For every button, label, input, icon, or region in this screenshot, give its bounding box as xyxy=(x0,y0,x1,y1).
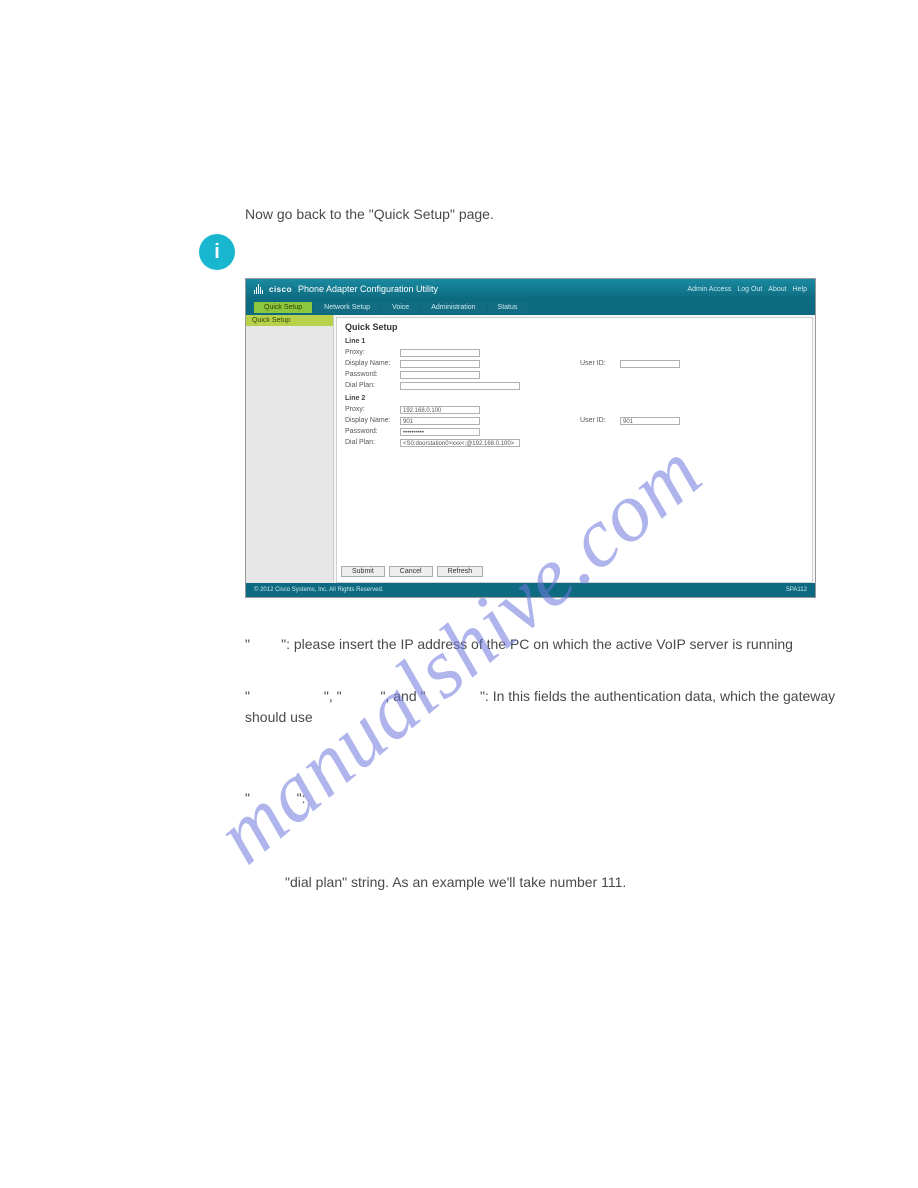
tab-status[interactable]: Status xyxy=(488,302,528,313)
paragraph-dialplan-example: "dial plan" string. As an example we'll … xyxy=(285,872,825,893)
page: Now go back to the "Quick Setup" page. i… xyxy=(0,0,918,1188)
section-line2: Line 2 xyxy=(345,395,804,402)
label-line1-dial-plan: Dial Plan: xyxy=(345,382,400,389)
footer-buttons: Submit Cancel Refresh xyxy=(341,566,483,577)
app-title: Phone Adapter Configuration Utility xyxy=(298,284,438,294)
label-line2-proxy: Proxy: xyxy=(345,406,400,413)
link-help[interactable]: Help xyxy=(793,286,807,293)
input-line2-proxy[interactable]: 192.168.0.100 xyxy=(400,406,480,414)
input-line2-user-id[interactable]: 901 xyxy=(620,417,680,425)
input-line1-proxy[interactable] xyxy=(400,349,480,357)
label-line2-display-name: Display Name: xyxy=(345,417,400,424)
paragraph-dialplan-label: " ": xyxy=(245,788,825,809)
tab-quick-setup[interactable]: Quick Setup xyxy=(254,302,312,313)
tab-network-setup[interactable]: Network Setup xyxy=(314,302,380,313)
input-line2-dial-plan[interactable]: <S0:doorstation0>xxx<:@192.168.0.100> xyxy=(400,439,520,447)
label-line1-proxy: Proxy: xyxy=(345,349,400,356)
app-header: cisco Phone Adapter Configuration Utilit… xyxy=(246,279,815,299)
sidebar-item-quick-setup[interactable]: Quick Setup xyxy=(246,315,333,326)
footer-bar: © 2012 Cisco Systems, Inc. All Rights Re… xyxy=(246,583,815,597)
header-links: Admin Access Log Out About Help xyxy=(687,286,807,293)
input-line2-display-name[interactable]: 901 xyxy=(400,417,480,425)
link-admin-access[interactable]: Admin Access xyxy=(687,286,731,293)
label-line2-dial-plan: Dial Plan: xyxy=(345,439,400,446)
model-text: SPA112 xyxy=(786,587,807,593)
label-line1-user-id: User ID: xyxy=(580,360,620,367)
sidebar: Quick Setup xyxy=(246,315,334,585)
paragraph-auth: " ", " ", and " ": In this fields the au… xyxy=(245,686,845,728)
tab-administration[interactable]: Administration xyxy=(421,302,485,313)
link-about[interactable]: About xyxy=(768,286,786,293)
label-line1-password: Password: xyxy=(345,371,400,378)
cisco-brand: cisco xyxy=(269,285,292,294)
refresh-button[interactable]: Refresh xyxy=(437,566,484,577)
content-panel: Quick Setup Line 1 Proxy: Display Name: … xyxy=(336,317,813,583)
input-line2-password[interactable]: •••••••••• xyxy=(400,428,480,436)
intro-text: Now go back to the "Quick Setup" page. xyxy=(245,206,494,222)
label-line2-user-id: User ID: xyxy=(580,417,620,424)
cancel-button[interactable]: Cancel xyxy=(389,566,433,577)
section-line1: Line 1 xyxy=(345,338,804,345)
cisco-screenshot: cisco Phone Adapter Configuration Utilit… xyxy=(245,278,816,598)
input-line1-dial-plan[interactable] xyxy=(400,382,520,390)
input-line1-user-id[interactable] xyxy=(620,360,680,368)
main-tabs: Quick Setup Network Setup Voice Administ… xyxy=(246,299,815,315)
info-icon: i xyxy=(199,234,235,270)
label-line2-password: Password: xyxy=(345,428,400,435)
submit-button[interactable]: Submit xyxy=(341,566,385,577)
input-line1-password[interactable] xyxy=(400,371,480,379)
copyright-text: © 2012 Cisco Systems, Inc. All Rights Re… xyxy=(254,587,383,593)
label-line1-display-name: Display Name: xyxy=(345,360,400,367)
page-title: Quick Setup xyxy=(345,322,804,332)
link-logout[interactable]: Log Out xyxy=(737,286,762,293)
tab-voice[interactable]: Voice xyxy=(382,302,419,313)
input-line1-display-name[interactable] xyxy=(400,360,480,368)
cisco-logo-icon xyxy=(254,284,263,294)
paragraph-proxy: " ": please insert the IP address of the… xyxy=(245,634,825,655)
